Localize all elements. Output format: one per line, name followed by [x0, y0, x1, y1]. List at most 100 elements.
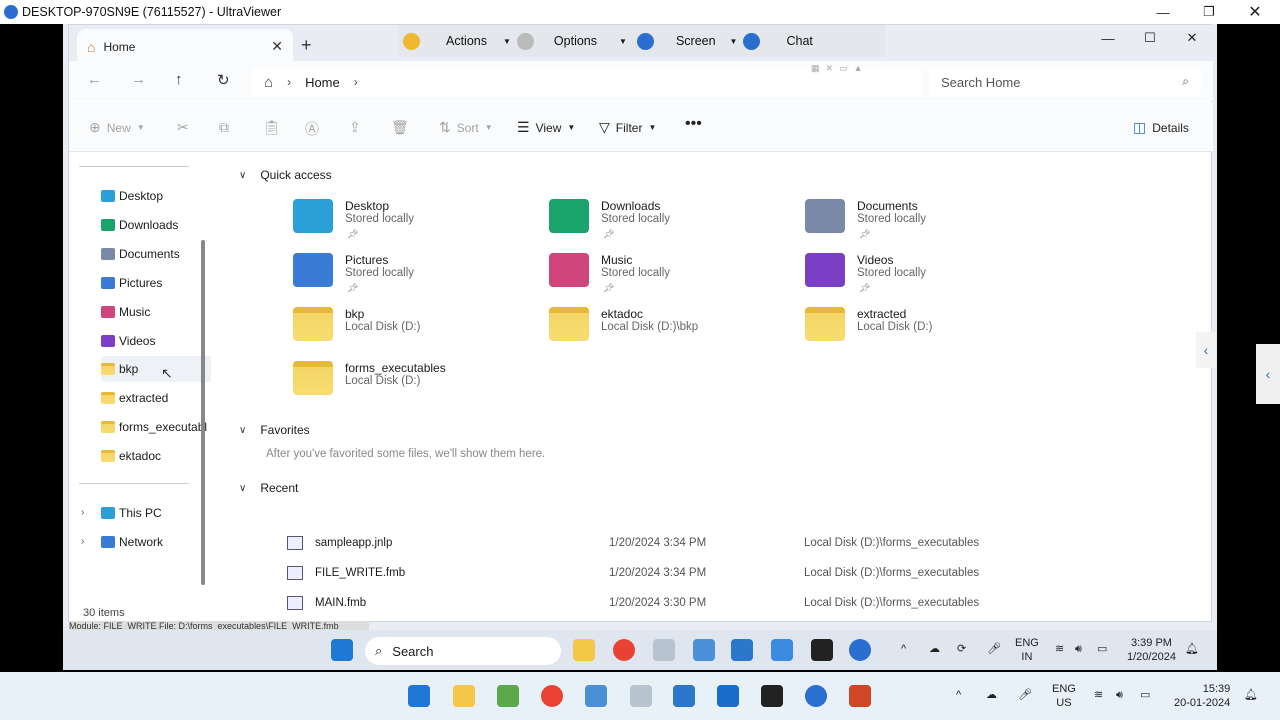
app-icon[interactable]	[717, 685, 739, 707]
quick-access-item[interactable]: Pictures Stored locally 📌︎	[293, 253, 533, 305]
sidebar-item-downloads[interactable]: Downloads📌︎	[101, 212, 221, 238]
chrome-icon[interactable]	[613, 639, 635, 661]
start-icon[interactable]	[408, 685, 430, 707]
taskbar-search[interactable]: ⌕ Search	[365, 637, 561, 665]
copy-button[interactable]: ⧉	[219, 119, 235, 136]
recent-file-row[interactable]: sampleapp.jnlp 1/20/2024 3:34 PM Local Dis…	[287, 529, 1167, 557]
refresh-button[interactable]: ↻	[217, 71, 230, 89]
quick-access-item[interactable]: Documents Stored locally 📌︎	[805, 199, 1045, 251]
side-panel-toggle[interactable]: ‹	[1196, 332, 1216, 368]
back-button[interactable]: ←	[87, 71, 102, 88]
microphone-icon[interactable]: 🎤︎	[987, 642, 1001, 656]
ultraviewer-icon[interactable]	[805, 685, 827, 707]
chevron-down-icon[interactable]: ▼	[619, 37, 627, 46]
close-icon[interactable]: ✕	[826, 63, 834, 75]
wifi-icon[interactable]: ≋	[1094, 688, 1103, 702]
breadcrumb-home[interactable]: Home	[305, 75, 340, 90]
filter-button[interactable]: ▽ Filter ▼	[599, 119, 656, 136]
cloud-icon[interactable]: ☁	[986, 688, 997, 702]
language-indicator[interactable]: ENG US	[1052, 682, 1076, 710]
tab-home[interactable]: ⌂ Home ✕	[77, 29, 293, 65]
cloud-icon[interactable]: ☁	[929, 642, 940, 656]
notification-icon[interactable]: 🔔︎	[1244, 688, 1258, 702]
recent-file-row[interactable]: FILE_WRITE.fmb 1/20/2024 3:34 PM Local Dis…	[287, 559, 1167, 587]
notepad-icon[interactable]	[771, 639, 793, 661]
quick-access-item[interactable]: Desktop Stored locally 📌︎	[293, 199, 533, 251]
recent-header[interactable]: ∨ Recent	[239, 481, 298, 495]
volume-icon[interactable]: 🔊︎	[1075, 642, 1082, 656]
cut-button[interactable]: ✂	[177, 119, 195, 136]
microphone-icon[interactable]: 🎤︎	[1018, 688, 1032, 702]
new-tab-button[interactable]: +	[301, 35, 312, 56]
chat-button[interactable]: Chat	[786, 25, 812, 57]
chevron-up-icon[interactable]: ▲	[854, 63, 863, 75]
ultraviewer-side-toggle[interactable]: ‹	[1256, 344, 1280, 404]
quick-access-item[interactable]: Videos Stored locally 📌︎	[805, 253, 1045, 305]
terminal-icon[interactable]	[811, 639, 833, 661]
ultraviewer-icon[interactable]	[849, 639, 871, 661]
view-button[interactable]: ☰ View ▼	[517, 119, 575, 136]
quick-access-item[interactable]: bkp Local Disk (D:)	[293, 307, 533, 359]
chevron-right-icon[interactable]: ›	[81, 507, 84, 518]
close-button[interactable]: ✕	[1171, 25, 1213, 51]
chevron-right-icon[interactable]: ›	[81, 536, 84, 547]
chevron-down-icon[interactable]: ▼	[503, 37, 511, 46]
clock[interactable]: 15:39 20-01-2024	[1174, 682, 1230, 710]
paste-button[interactable]: 📋︎	[263, 119, 287, 136]
favorites-header[interactable]: ∨ Favorites	[239, 423, 310, 437]
actions-menu[interactable]: Actions	[446, 25, 487, 57]
nav-scrollbar[interactable]	[201, 240, 205, 585]
settings-file-icon[interactable]	[693, 639, 715, 661]
options-menu[interactable]: Options	[554, 25, 597, 57]
more-options-button[interactable]: •••	[685, 115, 702, 133]
file-explorer-icon[interactable]	[573, 639, 595, 661]
app-icon[interactable]	[630, 685, 652, 707]
app-icon[interactable]	[731, 639, 753, 661]
sync-icon[interactable]: ⟳	[957, 642, 966, 656]
app-icon[interactable]	[653, 639, 675, 661]
new-button[interactable]: ⊕ New ▼	[89, 119, 145, 136]
quick-access-item[interactable]: ektadoc Local Disk (D:)\bkp	[549, 307, 789, 359]
battery-icon[interactable]: ▭	[1140, 688, 1150, 702]
monitor-icon[interactable]: ▭	[839, 63, 848, 75]
language-indicator[interactable]: ENG IN	[1015, 636, 1039, 664]
chrome-icon[interactable]	[541, 685, 563, 707]
settings-file-icon[interactable]	[585, 685, 607, 707]
quick-access-item[interactable]: extracted Local Disk (D:)	[805, 307, 1045, 359]
battery-icon[interactable]: ▭	[1097, 642, 1107, 656]
terminal-icon[interactable]	[761, 685, 783, 707]
maximize-button[interactable]: ☐	[1129, 25, 1171, 51]
file-explorer-icon[interactable]	[453, 685, 475, 707]
clock[interactable]: 3:39 PM 1/20/2024	[1127, 636, 1176, 664]
quick-access-item[interactable]: Music Stored locally 📌︎	[549, 253, 789, 305]
delete-button[interactable]: 🗑︎	[391, 119, 415, 136]
volume-icon[interactable]: 🔊︎	[1116, 688, 1123, 702]
details-button[interactable]: ◫ Details	[1133, 119, 1189, 136]
chevron-up-icon[interactable]: ^	[901, 642, 906, 656]
minimize-button[interactable]: —	[1087, 25, 1129, 51]
sort-button[interactable]: ⇅ Sort ▼	[439, 119, 493, 136]
chevron-up-icon[interactable]: ^	[956, 688, 961, 702]
recent-file-row[interactable]: MAIN.fmb 1/20/2024 3:30 PM Local Disk (D:)…	[287, 589, 1167, 617]
wifi-icon[interactable]: ≋	[1055, 642, 1064, 656]
restore-button[interactable]: ❐	[1186, 0, 1232, 24]
bell-icon[interactable]: 🔔︎	[1185, 642, 1199, 656]
screen-menu[interactable]: Screen	[676, 25, 716, 57]
search-input[interactable]: Search Home ⌕	[929, 68, 1201, 96]
up-button[interactable]: ↑	[175, 71, 183, 88]
tab-close-icon[interactable]: ✕	[271, 38, 283, 55]
app-icon[interactable]	[497, 685, 519, 707]
share-button[interactable]: ⇪	[349, 119, 367, 136]
forward-button[interactable]: →	[131, 71, 146, 88]
app-icon[interactable]	[673, 685, 695, 707]
grid-icon[interactable]: ▦	[811, 63, 820, 75]
sidebar-item-desktop[interactable]: Desktop📌︎	[101, 183, 221, 209]
minimize-button[interactable]: —	[1140, 0, 1186, 24]
chevron-right-icon[interactable]: ›	[354, 75, 358, 89]
rename-button[interactable]: Ⓐ	[305, 119, 325, 139]
quick-access-item[interactable]: Downloads Stored locally 📌︎	[549, 199, 789, 251]
quick-access-item[interactable]: forms_executables Local Disk (D:)	[293, 361, 533, 413]
powerpoint-icon[interactable]	[849, 685, 871, 707]
chevron-down-icon[interactable]: ▼	[730, 37, 738, 46]
quick-access-header[interactable]: ∨ Quick access	[239, 168, 332, 182]
